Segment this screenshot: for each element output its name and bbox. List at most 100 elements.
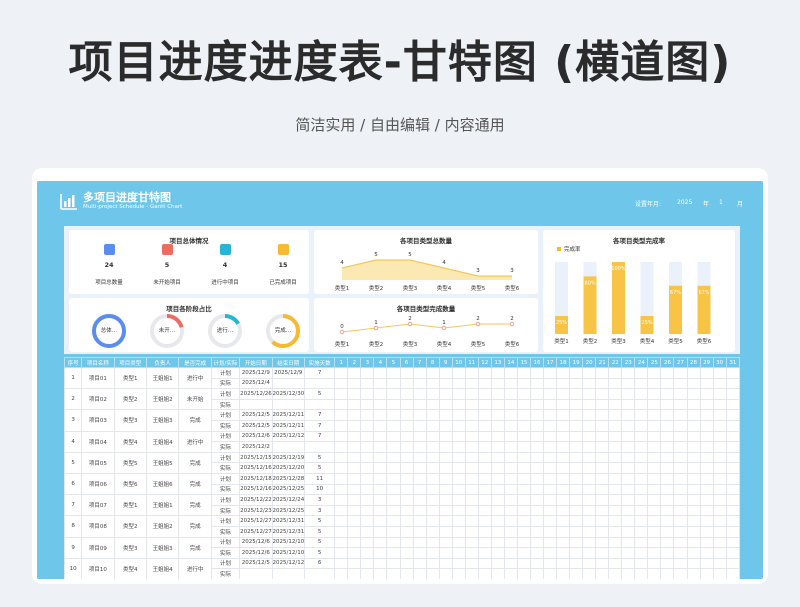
- day-cell: [699, 472, 714, 485]
- day-cell: [386, 483, 401, 496]
- day-cell: [634, 430, 649, 443]
- day-cell: [673, 547, 688, 559]
- stage-ring-1: 总体…: [89, 311, 129, 351]
- cell-plan: [239, 398, 273, 411]
- day-cell: [660, 525, 675, 538]
- day-cell: [725, 430, 740, 443]
- cell-status: 未开始: [178, 388, 212, 411]
- day-cell: [647, 430, 662, 443]
- day-cell: [386, 536, 401, 549]
- day-header: 31: [725, 357, 740, 368]
- cell-plan: 2025/12/25: [271, 504, 305, 517]
- day-cell: [686, 483, 701, 496]
- cell-plan: 计划: [210, 367, 241, 379]
- day-cell: [360, 504, 375, 517]
- day-cell: [503, 398, 518, 411]
- column-header: 实施天数: [303, 357, 336, 368]
- month-input[interactable]: 1: [719, 199, 723, 206]
- day-cell: [686, 515, 701, 527]
- day-cell: [386, 504, 401, 517]
- cell-plan: 2025/12/16: [239, 462, 273, 474]
- day-cell: [673, 367, 688, 379]
- cell-type: 类型1: [113, 366, 147, 390]
- day-cell: [412, 557, 427, 570]
- day-cell: [412, 419, 427, 432]
- day-cell: [516, 547, 531, 559]
- day-cell: [529, 547, 545, 559]
- day-cell: [438, 504, 453, 517]
- kpi-1: 24 项目总数量: [79, 244, 139, 286]
- day-cell: [673, 409, 688, 421]
- day-cell: [595, 504, 610, 517]
- day-cell: [438, 483, 453, 496]
- day-cell: [477, 462, 492, 474]
- cell-plan: 2025/12/9: [239, 367, 273, 379]
- day-cell: [595, 388, 610, 400]
- cell-plan: [303, 398, 336, 411]
- day-cell: [699, 547, 714, 559]
- day-cell: [464, 525, 479, 538]
- cell-owner: 王姐姐4: [145, 430, 180, 453]
- day-cell: [425, 515, 440, 527]
- day-cell: [569, 398, 584, 411]
- day-cell: [686, 388, 701, 400]
- day-header: 18: [556, 357, 571, 368]
- day-header: 27: [673, 357, 688, 368]
- day-cell: [543, 483, 558, 496]
- day-cell: [477, 568, 492, 579]
- day-cell: [608, 367, 623, 379]
- day-cell: [621, 409, 636, 421]
- day-cell: [569, 547, 584, 559]
- day-cell: [673, 377, 688, 390]
- day-cell: [516, 367, 531, 379]
- day-cell: [503, 430, 518, 443]
- table-row: 5 项目05 类型5 王姐姐5 完成 计划 2025/12/15 2025/12/19 5: [64, 451, 740, 474]
- cell-owner: 王姐姐3: [145, 409, 180, 432]
- day-cell: [386, 409, 401, 421]
- day-cell: [516, 504, 531, 517]
- cell-plan: 2025/12/6: [239, 430, 273, 443]
- day-cell: [725, 504, 740, 517]
- bar-label: 80%: [584, 280, 595, 286]
- day-cell: [543, 388, 558, 400]
- day-cell: [399, 441, 414, 453]
- day-cell: [712, 472, 727, 485]
- data-label: 2: [510, 316, 514, 322]
- cell-name: 项目10: [81, 557, 115, 579]
- day-cell: [386, 472, 401, 485]
- year-input[interactable]: 2025: [677, 199, 692, 206]
- day-cell: [660, 515, 675, 527]
- day-cell: [490, 398, 505, 411]
- cell-type: 类型5: [113, 451, 147, 474]
- day-cell: [347, 568, 362, 579]
- day-cell: [673, 515, 688, 527]
- day-cell: [464, 483, 479, 496]
- day-cell: [569, 430, 584, 443]
- day-cell: [451, 515, 466, 527]
- data-label: 2: [408, 316, 412, 322]
- day-cell: [516, 409, 531, 421]
- day-cell: [347, 557, 362, 570]
- kpi-3: 4 进行中项目: [195, 244, 255, 286]
- cell-plan: 2025/12/5: [239, 419, 273, 432]
- cell-plan: 2025/12/19: [271, 451, 305, 464]
- cell-owner: 王姐姐2: [145, 515, 180, 538]
- day-cell: [438, 494, 453, 506]
- category-label: 类型2: [369, 284, 384, 292]
- cell-name: 项目09: [81, 536, 115, 559]
- legend-label: 完成率: [564, 245, 581, 253]
- month-unit: 月: [737, 201, 744, 208]
- day-cell: [425, 525, 440, 538]
- day-cell: [334, 557, 349, 570]
- day-cell: [699, 377, 714, 390]
- day-cell: [516, 536, 531, 549]
- day-cell: [438, 419, 453, 432]
- day-cell: [725, 515, 740, 527]
- day-cell: [477, 525, 492, 538]
- day-cell: [360, 377, 375, 390]
- day-cell: [490, 430, 505, 443]
- cell-plan: 2025/12/27: [239, 525, 273, 538]
- day-cell: [464, 472, 479, 485]
- data-label: 3: [510, 268, 514, 274]
- day-cell: [582, 398, 597, 411]
